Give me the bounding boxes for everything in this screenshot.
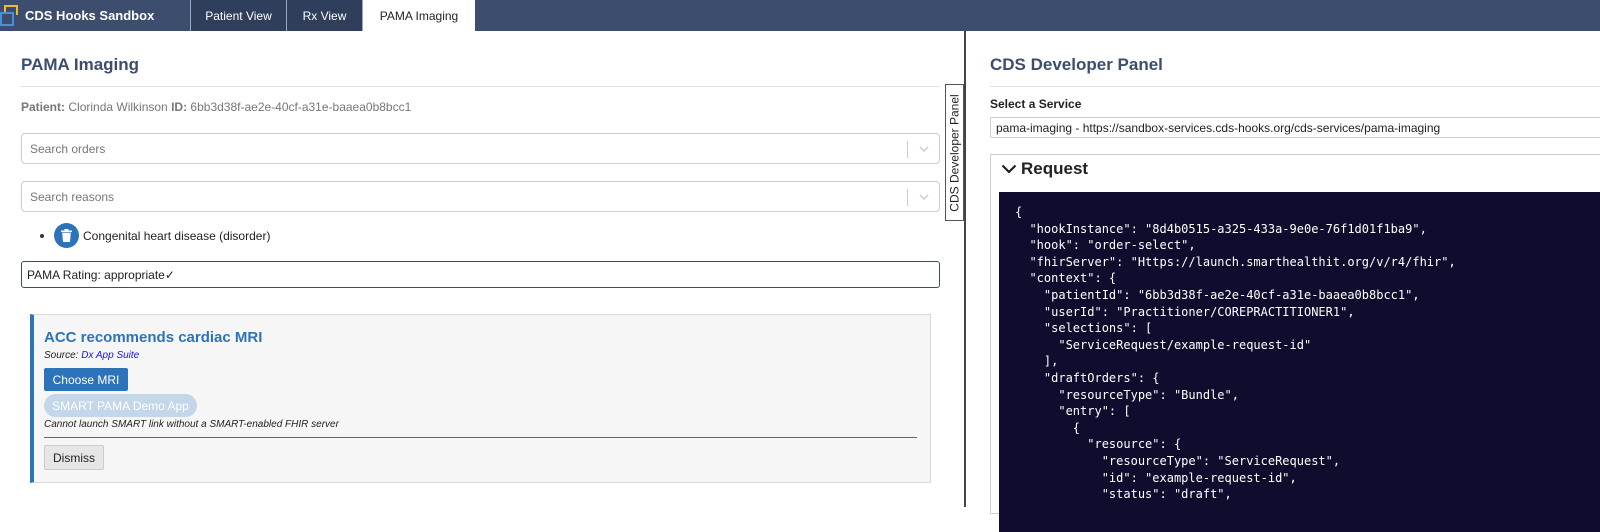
request-json: { "hookInstance": "8d4b0515-a325-433a-9e… — [999, 192, 1600, 532]
source-link[interactable]: Dx App Suite — [81, 350, 139, 361]
card-title: ACC recommends cardiac MRI — [44, 329, 263, 346]
developer-panel-toggle-label: CDS Developer Panel — [947, 93, 962, 212]
service-label: Select a Service — [990, 97, 1082, 111]
card-divider — [44, 437, 917, 438]
trash-icon — [61, 229, 72, 242]
bullet — [40, 233, 44, 238]
smart-warning: Cannot launch SMART link without a SMART… — [44, 419, 339, 430]
search-reasons-placeholder: Search reasons — [30, 189, 115, 204]
patient-label: Patient: — [21, 100, 66, 114]
delete-reason-button[interactable] — [54, 223, 79, 248]
request-header[interactable]: Request — [1001, 159, 1088, 179]
developer-panel-title: CDS Developer Panel — [990, 55, 1163, 74]
choose-mri-button[interactable]: Choose MRI — [44, 368, 128, 391]
request-label: Request — [1021, 159, 1089, 178]
cds-logo-icon — [0, 4, 18, 27]
app-title: CDS Hooks Sandbox — [25, 8, 155, 23]
list-item: Congenital heart disease (disorder) — [40, 223, 270, 248]
chevron-down-icon[interactable] — [919, 192, 929, 202]
pama-rating: PAMA Rating: appropriate✓ — [21, 261, 940, 288]
search-reasons-select[interactable]: Search reasons — [21, 181, 940, 212]
select-separator — [907, 189, 908, 206]
recommendation-card: ACC recommends cardiac MRI Source: Dx Ap… — [30, 314, 931, 483]
brand[interactable]: CDS Hooks Sandbox — [0, 0, 190, 31]
title-divider — [990, 86, 1600, 87]
chevron-down-icon[interactable] — [919, 144, 929, 154]
top-nav: CDS Hooks Sandbox Patient View Rx View P… — [0, 0, 1600, 31]
page-title: PAMA Imaging — [21, 55, 140, 74]
source-label: Source: — [44, 350, 79, 361]
title-divider — [21, 86, 940, 87]
search-orders-placeholder: Search orders — [30, 141, 106, 156]
patient-id-label: ID: — [171, 100, 188, 114]
chevron-down-icon — [1001, 164, 1017, 174]
dismiss-button[interactable]: Dismiss — [44, 445, 104, 470]
smart-app-button[interactable]: SMART PAMA Demo App — [44, 394, 197, 417]
tab-pama-imaging[interactable]: PAMA Imaging — [362, 0, 475, 31]
pama-imaging-pane: PAMA Imaging Patient: Clorinda Wilkinson… — [0, 31, 964, 507]
service-select[interactable]: pama-imaging - https://sandbox-services.… — [990, 117, 1600, 138]
developer-panel-toggle[interactable]: CDS Developer Panel — [945, 84, 964, 221]
reason-label: Congenital heart disease (disorder) — [83, 228, 271, 243]
select-separator — [907, 141, 908, 158]
card-source: Source: Dx App Suite — [44, 350, 139, 361]
patient-id: 6bb3d38f-ae2e-40cf-a31e-baaea0b8bcc1 — [190, 100, 412, 114]
tab-patient-view[interactable]: Patient View — [190, 0, 286, 31]
request-section: Request { "hookInstance": "8d4b0515-a325… — [990, 154, 1600, 532]
search-orders-select[interactable]: Search orders — [21, 133, 940, 164]
tab-rx-view[interactable]: Rx View — [286, 0, 362, 31]
patient-info: Patient: Clorinda Wilkinson ID: 6bb3d38f… — [21, 100, 411, 114]
developer-panel: CDS Developer Panel Select a Service pam… — [966, 31, 1600, 532]
patient-name: Clorinda Wilkinson — [68, 100, 168, 114]
